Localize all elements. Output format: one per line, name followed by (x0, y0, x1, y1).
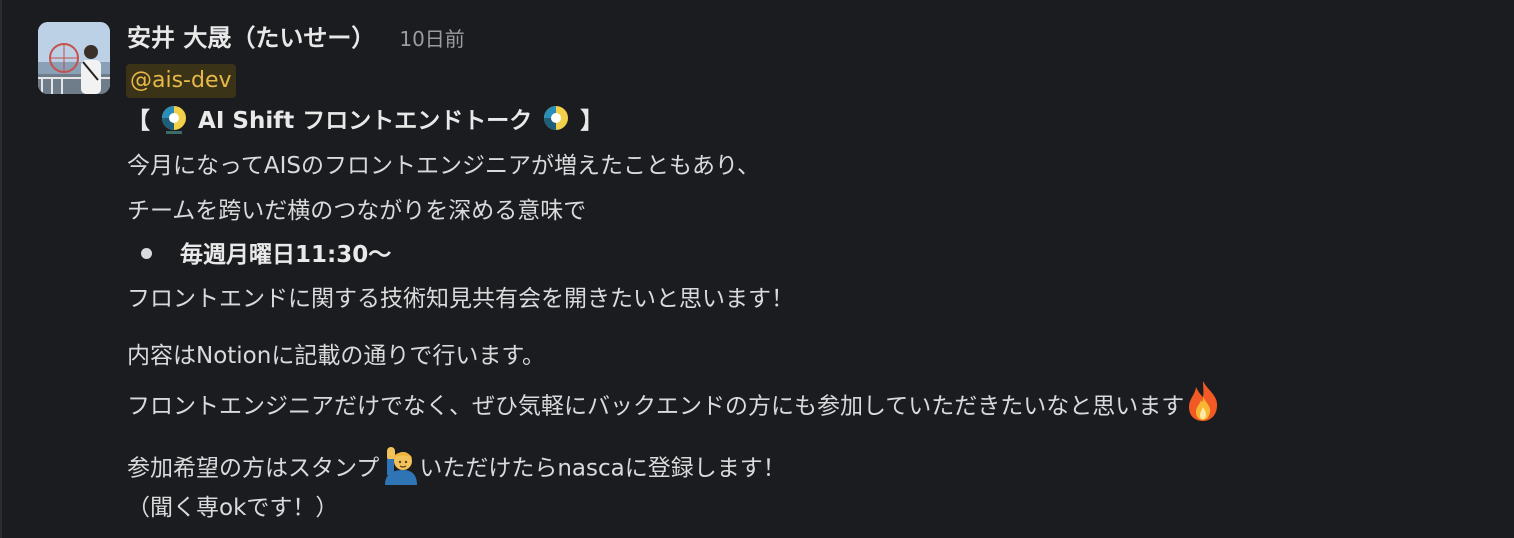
body-line-6-after: いただけたらnascaに登録します！ (419, 455, 786, 482)
body-line-1: 今月になってAISのフロントエンジニアが増えたこともあり、 (127, 153, 761, 179)
sender-name[interactable]: 安井 大晟（たいせー） (127, 18, 375, 53)
aishift-logo-icon (540, 104, 572, 136)
body-line-6-before: 参加希望の方はスタンプ (127, 455, 380, 482)
message-item: 安井 大晟（たいせー） 10日前 @ais-dev 【 AI Shift フロン… (0, 0, 1514, 538)
title-text: AI Shift フロントエンドトーク (198, 108, 533, 134)
title-bracket-open: 【 (127, 108, 150, 134)
title-bracket-close: 】 (580, 108, 604, 134)
body-line-3: フロントエンドに関する技術知見共有会を開きたいと思います！ (127, 286, 794, 312)
title-line: 【 AI Shift フロントエンドトーク 】 (127, 105, 603, 138)
body-line-6: 参加希望の方はスタンプ いただけたらnascaに登録します！ (127, 447, 786, 489)
avatar[interactable] (38, 22, 110, 94)
bullet-item: 毎週月曜日11:30〜 (127, 239, 391, 271)
person-raising-hand-icon (379, 445, 419, 485)
bullet-dot-icon (141, 248, 152, 259)
body-line-7: （聞く専okです！） (127, 495, 339, 521)
message-header: 安井 大晟（たいせー） 10日前 (127, 18, 465, 54)
aishift-logo-icon (158, 104, 190, 136)
bullet-text: 毎週月曜日11:30〜 (180, 242, 392, 268)
mention-ais-dev[interactable]: @ais-dev (126, 64, 236, 98)
fire-icon (1184, 379, 1222, 423)
timestamp[interactable]: 10日前 (399, 23, 464, 52)
body-line-4: 内容はNotionに記載の通りで行います。 (127, 343, 546, 369)
body-line-5: フロントエンジニアだけでなく、ぜひ気軽にバックエンドの方にも参加していただきたい… (127, 381, 1222, 429)
body-line-5-text: フロントエンジニアだけでなく、ぜひ気軽にバックエンドの方にも参加していただきたい… (127, 393, 1185, 420)
body-line-2: チームを跨いだ横のつながりを深める意味で (127, 198, 587, 224)
